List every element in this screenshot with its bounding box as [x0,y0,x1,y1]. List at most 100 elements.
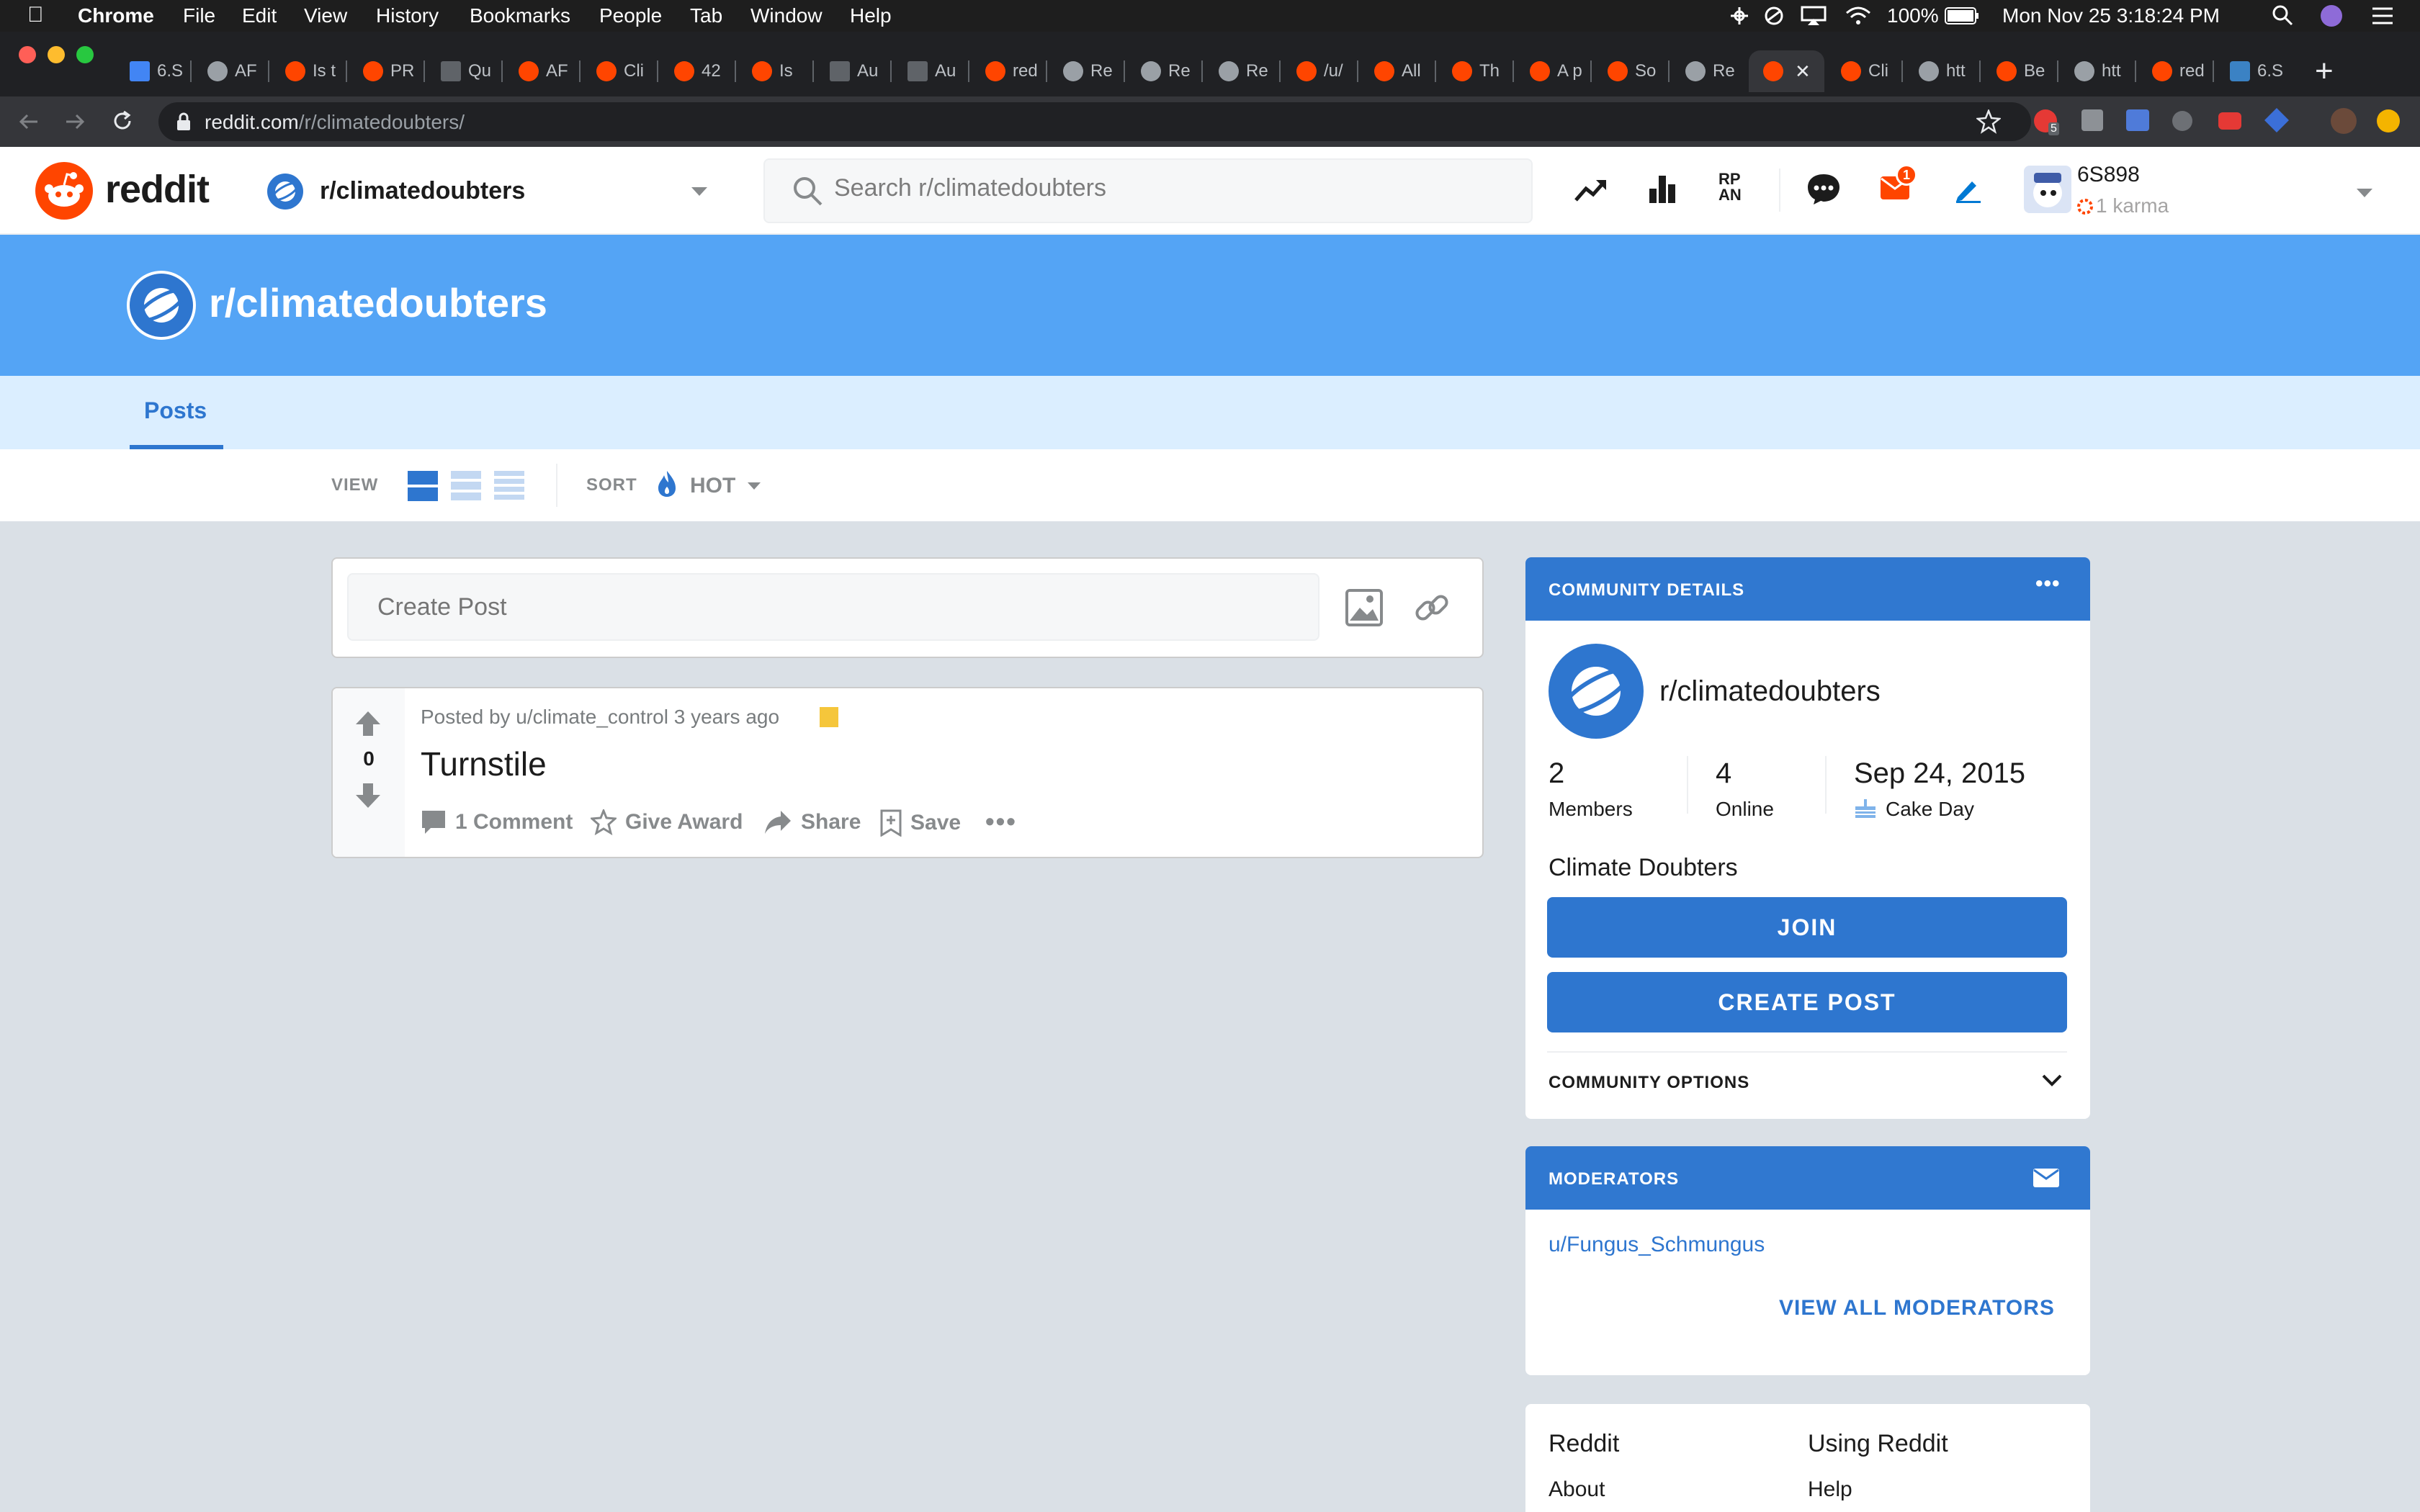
new-tab-button[interactable]: + [2315,53,2334,89]
message-mods-icon[interactable] [2033,1168,2060,1188]
browser-tab[interactable]: Re [1126,50,1202,92]
window-close-button[interactable] [19,46,36,63]
menu-history[interactable]: History [376,4,439,27]
notification-center-icon[interactable] [2370,6,2396,26]
browser-tab[interactable]: All [1360,50,1435,92]
menu-help[interactable]: Help [850,4,892,27]
browser-tab[interactable]: ✕ [1749,50,1824,92]
profile-avatar[interactable] [2331,108,2357,134]
give-award-button[interactable]: Give Award [591,809,743,835]
browser-tab[interactable]: red [2138,50,2213,92]
join-button[interactable]: JOIN [1547,897,2067,958]
shield-extension-icon[interactable] [2264,108,2289,132]
card-view-icon[interactable] [408,471,438,501]
extension-coin-icon[interactable] [2377,109,2400,132]
window-minimize-button[interactable] [48,46,65,63]
save-button[interactable]: Save [880,809,961,837]
rpan-icon[interactable]: RP AN [1718,171,1753,206]
classic-view-icon[interactable] [451,471,481,501]
forward-arrow-icon[interactable] [63,111,86,132]
browser-tab[interactable]: Re [1204,50,1280,92]
browser-tab[interactable]: 6.S [115,50,191,92]
browser-tab[interactable]: AF [504,50,580,92]
view-all-moderators-button[interactable]: VIEW ALL MODERATORS [1779,1296,2055,1320]
browser-tab[interactable]: So [1593,50,1669,92]
lock-icon[interactable] [176,112,192,131]
post-meta[interactable]: Posted by u/climate_control 3 years ago [421,706,779,729]
sync-icon[interactable] [1763,6,1785,26]
back-arrow-icon[interactable] [17,111,40,132]
battery-icon[interactable] [1945,7,1979,24]
messenger-extension-icon[interactable] [2172,111,2192,131]
upvote-icon[interactable] [354,710,382,737]
browser-tab[interactable]: Re [1671,50,1747,92]
community-name[interactable]: r/climatedoubters [1659,675,1881,708]
comments-button[interactable]: 1 Comment [421,809,573,835]
browser-tab[interactable]: Qu [426,50,502,92]
leaderboard-icon[interactable] [1648,173,1677,204]
browser-tab[interactable]: 6.S [2215,50,2291,92]
browser-tab[interactable]: PR [349,50,424,92]
menu-window[interactable]: Window [750,4,823,27]
footer-link-about[interactable]: About [1549,1477,1605,1502]
browser-tab[interactable]: A p [1515,50,1591,92]
create-post-button[interactable]: CREATE POST [1547,972,2067,1032]
camera-extension-icon[interactable] [2126,109,2149,131]
browser-tab[interactable]: Au [815,50,891,92]
link-icon[interactable] [1413,589,1451,626]
browser-tab[interactable]: /u/ [1282,50,1358,92]
browser-tab[interactable]: Th [1438,50,1513,92]
community-switcher[interactable]: r/climatedoubters [266,166,713,216]
extension-badge-icon[interactable]: 5 [2034,109,2059,135]
create-post-pencil-icon[interactable] [1955,176,1982,203]
menu-people[interactable]: People [599,4,662,27]
bookmark-star-icon[interactable] [1976,109,2001,134]
user-menu[interactable]: 6S898 1 karma [2024,160,2372,223]
browser-tab[interactable]: red [971,50,1047,92]
tab-posts[interactable]: Posts [130,376,223,449]
menu-bookmarks[interactable]: Bookmarks [470,4,570,27]
reload-icon[interactable] [111,109,134,132]
browser-tab[interactable]: htt [2060,50,2136,92]
extension-puzzle-icon[interactable] [2081,109,2103,131]
url-text[interactable]: reddit.com/r/climatedoubters/ [205,111,465,134]
spotlight-icon[interactable] [2272,4,2293,26]
app-menu-chrome[interactable]: Chrome [78,4,154,27]
address-bar[interactable]: reddit.com/r/climatedoubters/ [158,102,2103,141]
footer-link-help[interactable]: Help [1808,1477,1852,1502]
browser-tab[interactable]: Cli [1827,50,1902,92]
browser-tab[interactable]: Re [1049,50,1124,92]
create-post-input[interactable] [347,573,1319,641]
menu-edit[interactable]: Edit [242,4,277,27]
more-options-icon[interactable]: ••• [985,806,1017,837]
chat-icon[interactable] [1806,173,1841,206]
wifi-icon[interactable] [1844,4,1873,26]
post-title[interactable]: Turnstile [421,744,547,783]
menu-view[interactable]: View [304,4,347,27]
image-upload-icon[interactable] [1345,589,1383,626]
clock[interactable]: Mon Nov 25 3:18:24 PM [2002,4,2220,27]
search-input[interactable] [834,174,1482,202]
compact-view-icon[interactable] [494,471,524,501]
downvote-icon[interactable] [354,782,382,809]
move-icon[interactable] [1729,6,1750,26]
browser-tab[interactable]: Be [1982,50,2058,92]
browser-tab[interactable]: 42 [660,50,735,92]
browser-tab[interactable]: Au [893,50,969,92]
share-button[interactable]: Share [763,809,861,835]
moderator-link[interactable]: u/Fungus_Schmungus [1549,1233,1765,1257]
browser-tab[interactable]: htt [1904,50,1980,92]
browser-tab[interactable]: AF [193,50,269,92]
menu-tab[interactable]: Tab [690,4,722,27]
reddit-logo-icon[interactable] [35,161,94,220]
youtube-extension-icon[interactable] [2218,112,2241,130]
browser-tab[interactable]: Is [738,50,813,92]
trending-icon[interactable] [1574,176,1608,204]
menu-file[interactable]: File [183,4,215,27]
search-bar[interactable] [763,158,1533,223]
apple-icon[interactable]:  [27,3,44,27]
community-more-icon[interactable]: ••• [2035,572,2061,596]
window-zoom-button[interactable] [76,46,94,63]
siri-icon[interactable] [2321,5,2342,27]
community-options-toggle[interactable]: COMMUNITY OPTIONS [1547,1061,2067,1102]
